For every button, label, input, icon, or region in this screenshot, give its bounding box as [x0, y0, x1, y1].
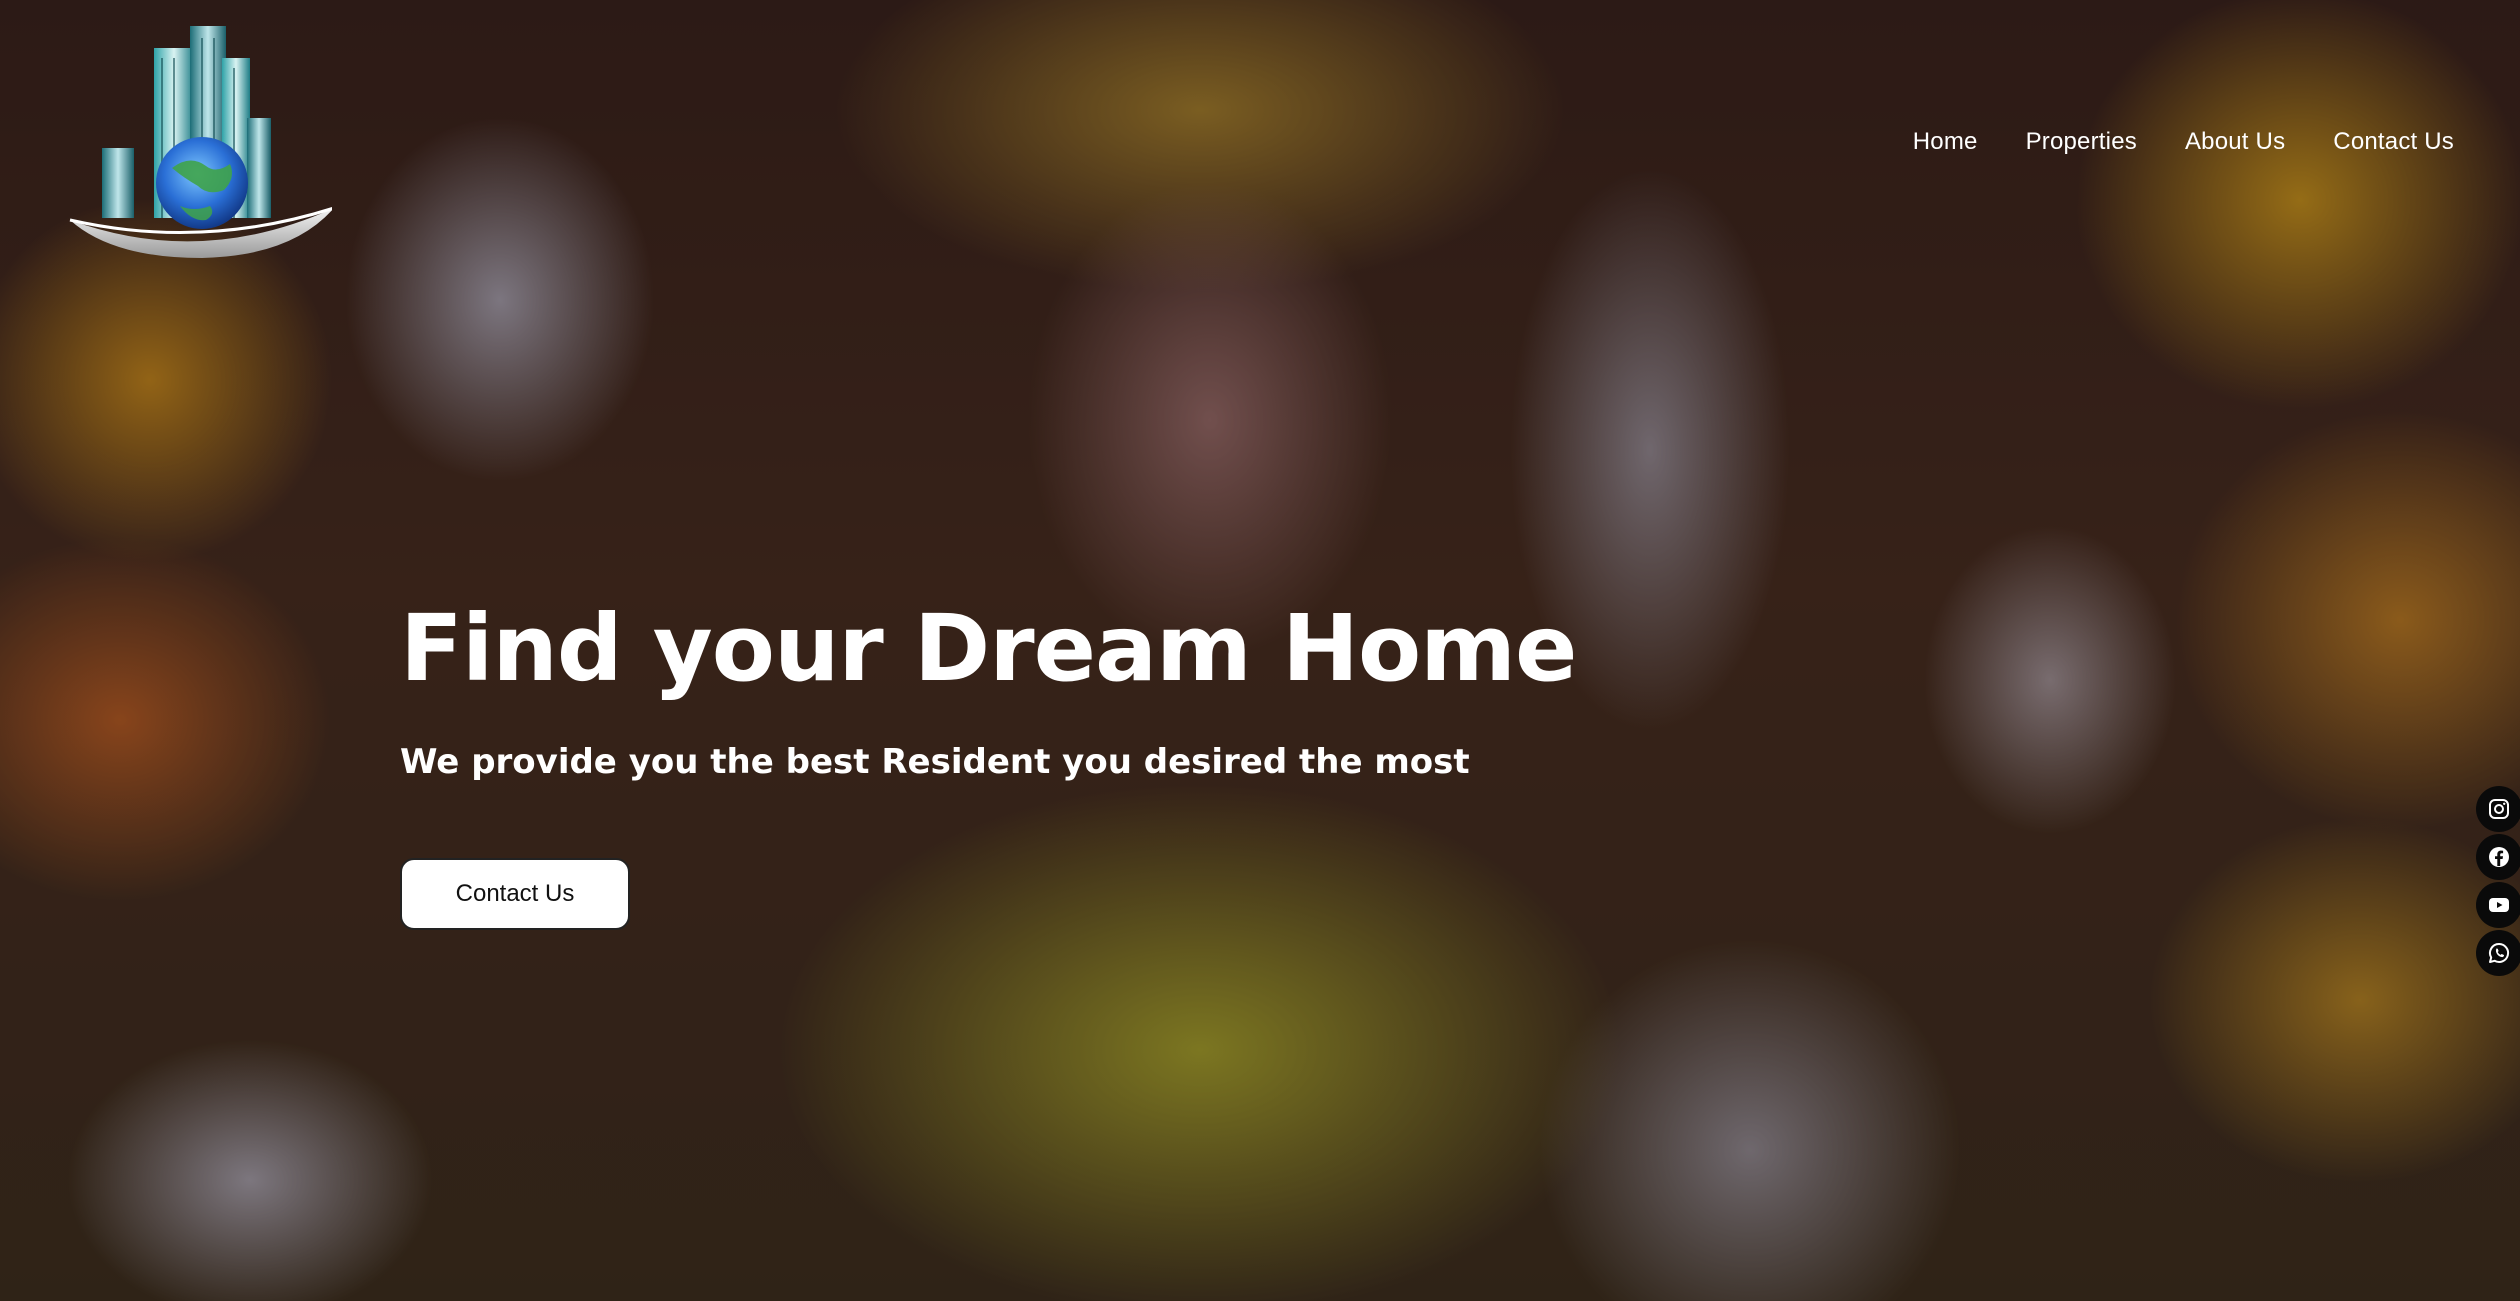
facebook-icon	[2489, 847, 2509, 867]
instagram-icon	[2489, 799, 2509, 819]
contact-us-button[interactable]: Contact Us	[400, 858, 630, 930]
nav-home[interactable]: Home	[1913, 128, 1978, 156]
hero-headline: Find your Dream Home	[400, 595, 1577, 702]
hero-section: Home Properties About Us Contact Us Find…	[0, 0, 2520, 1301]
nav-properties[interactable]: Properties	[2026, 128, 2137, 156]
whatsapp-icon	[2489, 942, 2510, 963]
youtube-icon	[2489, 898, 2509, 912]
facebook-link[interactable]	[2476, 834, 2520, 880]
instagram-link[interactable]	[2476, 786, 2520, 832]
youtube-link[interactable]	[2476, 882, 2520, 928]
whatsapp-link[interactable]	[2476, 930, 2520, 976]
building-globe-logo-icon	[69, 26, 335, 258]
social-links	[2476, 786, 2520, 976]
nav-about-us[interactable]: About Us	[2185, 128, 2285, 156]
site-logo[interactable]	[62, 18, 335, 273]
nav-contact-us[interactable]: Contact Us	[2333, 128, 2454, 156]
hero-subheadline: We provide you the best Resident you des…	[400, 742, 1470, 782]
main-nav: Home Properties About Us Contact Us	[1913, 128, 2454, 156]
